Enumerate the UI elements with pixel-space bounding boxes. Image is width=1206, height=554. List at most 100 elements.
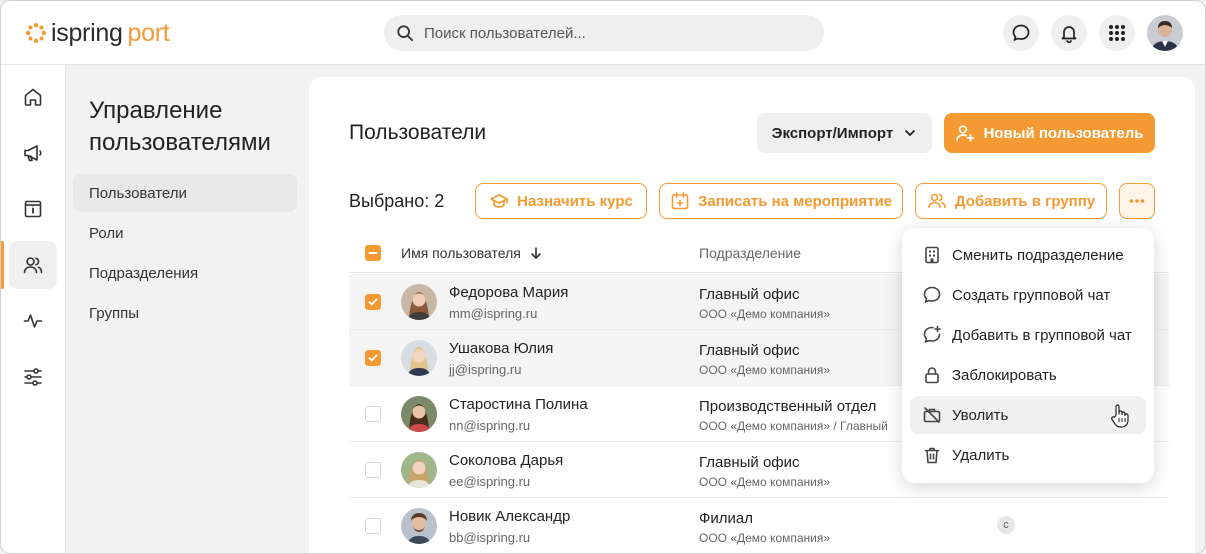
activity-icon — [23, 314, 43, 328]
hand-cursor-icon — [1111, 404, 1129, 428]
section-item-departments[interactable]: Подразделения — [73, 254, 297, 292]
home-icon — [24, 88, 42, 106]
assign-course-button[interactable]: Назначить курс — [475, 183, 647, 219]
user-name[interactable]: Ушакова Юлия — [449, 340, 553, 357]
user-name[interactable]: Новик Александр — [449, 508, 570, 525]
section-item-groups[interactable]: Группы — [73, 294, 297, 332]
page-title: Пользователи — [349, 121, 487, 144]
chat-bubble-icon — [923, 286, 941, 303]
more-actions-menu: Сменить подразделение Создать групповой … — [902, 228, 1154, 483]
menu-item-label: Создать групповой чат — [952, 286, 1111, 304]
indeterminate-icon — [368, 252, 378, 254]
user-email: jj@ispring.ru — [449, 362, 522, 377]
lock-icon — [925, 367, 939, 384]
logo[interactable]: ispring port — [25, 18, 170, 48]
row-checkbox[interactable] — [365, 518, 381, 534]
rail-news[interactable] — [9, 129, 57, 177]
user-department: Главный офис — [699, 454, 800, 471]
rail-activity[interactable] — [9, 297, 57, 345]
user-department: Производственный отдел — [699, 398, 877, 415]
user-avatar[interactable] — [1147, 15, 1183, 51]
user-name[interactable]: Федорова Мария — [449, 284, 568, 301]
menu-item-change-department[interactable]: Сменить подразделение — [910, 236, 1146, 274]
user-company: ООО «Демо компания» — [699, 475, 831, 489]
menu-item-create-group-chat[interactable]: Создать групповой чат — [910, 276, 1146, 314]
logo-text-port: port — [127, 18, 170, 47]
menu-item-block[interactable]: Заблокировать — [910, 356, 1146, 394]
check-icon — [368, 354, 378, 362]
enroll-event-label: Записать на мероприятие — [697, 192, 893, 210]
select-all-checkbox[interactable] — [365, 245, 381, 261]
section-title: Управление пользователями — [89, 97, 271, 156]
check-icon — [368, 298, 378, 306]
more-actions-button[interactable] — [1119, 183, 1155, 219]
user-email: bb@ispring.ru — [449, 530, 531, 545]
user-company: ООО «Демо компания» — [699, 307, 831, 321]
user-email: mm@ispring.ru — [449, 306, 538, 321]
new-user-label: Новый пользователь — [983, 124, 1144, 142]
search-icon — [397, 25, 414, 42]
status-badge: c — [997, 516, 1015, 534]
chat-icon — [1012, 24, 1030, 41]
column-header-department[interactable]: Подразделение — [699, 245, 801, 261]
row-checkbox[interactable] — [365, 294, 381, 310]
messages-button[interactable] — [1003, 15, 1039, 51]
selected-count: Выбрано: 2 — [349, 191, 445, 211]
section-item-users[interactable]: Пользователи — [73, 174, 297, 212]
export-import-button[interactable]: Экспорт/Импорт — [757, 113, 932, 153]
user-department: Главный офис — [699, 342, 800, 359]
section-item-roles[interactable]: Роли — [73, 214, 297, 252]
briefcase-off-icon — [923, 407, 941, 423]
top-header: ispring port — [1, 1, 1205, 65]
users-icon — [23, 257, 43, 274]
menu-item-label: Заблокировать — [952, 366, 1057, 384]
trash-icon — [924, 447, 940, 464]
group-icon — [928, 193, 946, 209]
menu-item-label: Уволить — [952, 406, 1009, 424]
user-company: ООО «Демо компания» — [699, 531, 831, 545]
icon-rail — [1, 65, 66, 553]
table-row[interactable]: Новик Александр bb@ispring.ru Филиал ООО… — [349, 498, 1169, 553]
row-checkbox[interactable] — [365, 350, 381, 366]
graduation-cap-icon — [490, 194, 508, 208]
new-user-button[interactable]: Новый пользователь — [944, 113, 1155, 153]
avatar — [401, 284, 437, 320]
menu-item-delete[interactable]: Удалить — [910, 436, 1146, 474]
user-name[interactable]: Соколова Дарья — [449, 452, 563, 469]
building-icon — [925, 246, 939, 264]
menu-item-add-to-group-chat[interactable]: Добавить в групповой чат — [910, 316, 1146, 354]
user-company: ООО «Демо компания» — [699, 363, 831, 377]
enroll-event-button[interactable]: Записать на мероприятие — [659, 183, 903, 219]
apps-grid-icon — [1109, 25, 1125, 41]
add-to-group-button[interactable]: Добавить в группу — [915, 183, 1107, 219]
column-header-name[interactable]: Имя пользователя — [401, 245, 543, 261]
menu-item-label: Сменить подразделение — [952, 246, 1124, 264]
sliders-icon — [24, 368, 42, 386]
user-company: ООО «Демо компания» / Главный — [699, 419, 888, 433]
rail-home[interactable] — [9, 73, 57, 121]
rail-users[interactable] — [9, 241, 57, 289]
section-nav: Управление пользователями Пользователи Р… — [67, 65, 309, 553]
row-checkbox[interactable] — [365, 462, 381, 478]
rail-info[interactable] — [9, 185, 57, 233]
row-checkbox[interactable] — [365, 406, 381, 422]
logo-text-ispring: ispring — [51, 18, 123, 47]
rail-active-marker — [1, 241, 4, 289]
info-board-icon — [24, 200, 42, 218]
more-dots-icon — [1129, 199, 1145, 203]
apps-button[interactable] — [1099, 15, 1135, 51]
user-email: nn@ispring.ru — [449, 418, 531, 433]
sort-arrow-down-icon — [531, 247, 541, 259]
menu-item-label: Добавить в групповой чат — [952, 326, 1132, 344]
bell-icon — [1061, 26, 1077, 43]
calendar-add-icon — [671, 192, 689, 210]
rail-settings[interactable] — [9, 353, 57, 401]
chevron-down-icon — [905, 130, 916, 136]
notifications-button[interactable] — [1051, 15, 1087, 51]
user-name[interactable]: Старостина Полина — [449, 396, 588, 413]
search-input[interactable] — [424, 24, 804, 42]
megaphone-icon — [24, 145, 42, 162]
search-box[interactable] — [384, 15, 824, 51]
avatar — [401, 340, 437, 376]
logo-flower-icon — [26, 23, 46, 43]
